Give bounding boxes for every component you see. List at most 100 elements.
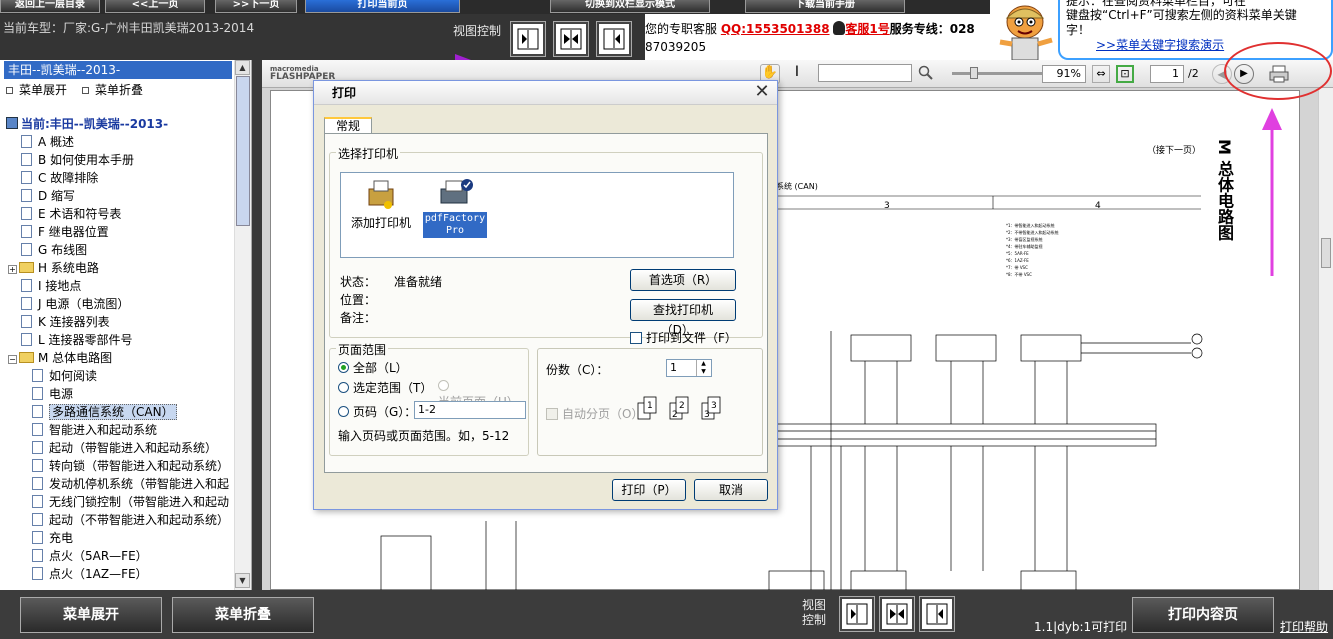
bottom-view-left-button[interactable] xyxy=(839,596,875,632)
document-icon xyxy=(32,549,43,562)
text-select-icon[interactable]: I xyxy=(790,64,804,84)
tree-item[interactable]: − M 总体电路图 xyxy=(8,349,112,367)
tree-item[interactable]: 点火（5AR—FE） xyxy=(32,547,148,565)
tree-item[interactable]: 发动机停机系统（带智能进入和起 xyxy=(32,475,229,493)
fit-page-icon[interactable]: ⊡ xyxy=(1116,65,1134,83)
tree-item[interactable]: 起动（不带智能进入和起动系统） xyxy=(32,511,229,529)
bottom-view-right-icon xyxy=(926,603,948,625)
svg-text:*3：带盲区监视系统: *3：带盲区监视系统 xyxy=(1006,236,1043,242)
scroll-down-icon[interactable]: ▼ xyxy=(235,573,250,588)
radio-all[interactable]: 全部（L） xyxy=(338,359,408,376)
tree-item[interactable]: K 连接器列表 xyxy=(8,313,110,331)
copies-spinner-icon[interactable]: ▲ ▼ xyxy=(696,360,710,376)
print-help-link[interactable]: 打印帮助 xyxy=(1280,618,1328,635)
tree-item[interactable]: L 连接器零部件号 xyxy=(8,331,133,349)
radio-pages[interactable]: 页码（G）： xyxy=(338,403,416,420)
search-icon[interactable] xyxy=(918,65,934,81)
print-to-file-box[interactable] xyxy=(630,332,642,344)
bottom-collapse-button[interactable]: 菜单折叠 xyxy=(172,597,314,633)
tree-item[interactable]: G 布线图 xyxy=(8,241,87,259)
tree-item[interactable]: 起动（带智能进入和起动系统） xyxy=(32,439,217,457)
radio-all-dot[interactable] xyxy=(338,362,349,373)
tree-item[interactable]: B 如何使用本手册 xyxy=(8,151,134,169)
tree-item[interactable]: J 电源（电流图） xyxy=(8,295,129,313)
download-button[interactable]: 下载当前手册 xyxy=(745,0,905,13)
close-icon[interactable]: ✕ xyxy=(752,83,772,103)
tree-item[interactable]: 充电 xyxy=(32,529,73,547)
svg-text:*2：不带智能进入和起动系统: *2：不带智能进入和起动系统 xyxy=(1006,229,1059,235)
red-highlight-circle xyxy=(1224,42,1332,100)
radio-selection-dot[interactable] xyxy=(338,382,349,393)
view-center-icon xyxy=(560,28,582,50)
tree-item[interactable]: 智能进入和起动系统 xyxy=(32,421,157,439)
bottom-view-right-button[interactable] xyxy=(919,596,955,632)
collapse-node-icon[interactable]: − xyxy=(8,355,17,364)
tree-item[interactable]: + H 系统电路 xyxy=(8,259,99,277)
prev-page-button[interactable]: <<上一页 xyxy=(105,0,205,13)
tree-item[interactable]: 如何阅读 xyxy=(32,367,97,385)
radio-pages-dot[interactable] xyxy=(338,406,349,417)
zoom-slider-thumb[interactable] xyxy=(970,67,978,79)
back-button[interactable]: 返回上一层目录 xyxy=(0,0,100,13)
printer-list[interactable]: 添加打印机 pdfFactory Pro xyxy=(340,172,734,258)
view-right-button[interactable] xyxy=(596,21,632,57)
preferences-button[interactable]: 首选项（R） xyxy=(630,269,736,291)
radio-all-label: 全部（L） xyxy=(353,361,408,375)
tree-item[interactable]: C 故障排除 xyxy=(8,169,98,187)
zoom-value[interactable]: 91% xyxy=(1042,65,1086,83)
tree-item[interactable]: 点火（1AZ—FE） xyxy=(32,565,148,583)
page-number-input[interactable]: 1 xyxy=(1150,65,1184,83)
expand-node-icon[interactable]: + xyxy=(8,265,17,274)
zoom-slider[interactable] xyxy=(952,67,1042,79)
bottom-view-center-button[interactable] xyxy=(879,596,915,632)
tree-expand-control[interactable]: 菜单展开 xyxy=(6,81,67,99)
collate-box xyxy=(546,408,558,420)
tree-item[interactable]: A 概述 xyxy=(8,133,74,151)
tree-item[interactable]: F 继电器位置 xyxy=(8,223,109,241)
document-icon xyxy=(32,495,43,508)
fit-width-icon[interactable]: ⇔ xyxy=(1092,65,1110,83)
kefu-link[interactable]: 客服1号 xyxy=(845,22,889,36)
next-page-button[interactable]: >>下一页 xyxy=(215,0,297,13)
tree-item[interactable]: E 术语和符号表 xyxy=(8,205,121,223)
pdffactory-printer-icon xyxy=(440,179,473,204)
print-current-button[interactable]: 打印当前页 xyxy=(305,0,460,13)
tree-item-label: F 继电器位置 xyxy=(38,225,109,239)
dual-mode-button[interactable]: 切换到双栏显示模式 xyxy=(550,0,710,13)
view-left-icon xyxy=(517,28,539,50)
pdffactory-printer-item[interactable]: pdfFactory Pro xyxy=(423,177,487,238)
qq-link[interactable]: QQ:1553501388 xyxy=(721,22,830,36)
find-printer-button[interactable]: 查找打印机（D）... xyxy=(630,299,736,337)
scroll-up-icon[interactable]: ▲ xyxy=(235,60,250,75)
tree-item[interactable]: 无线门锁控制（带智能进入和起动 xyxy=(32,493,229,511)
expand-icon xyxy=(6,87,13,94)
pages-input[interactable]: 1-2 xyxy=(414,401,526,419)
viewer-scrollbar[interactable] xyxy=(1318,88,1333,590)
bottom-expand-button[interactable]: 菜单展开 xyxy=(20,597,162,633)
cancel-button[interactable]: 取消 xyxy=(694,479,768,501)
tree-current-node[interactable]: 当前:丰田--凯美瑞--2013- xyxy=(6,115,168,132)
tree-item[interactable]: D 缩写 xyxy=(8,187,75,205)
print-content-button[interactable]: 打印内容页 xyxy=(1132,597,1274,633)
tree-item[interactable]: 电源 xyxy=(32,385,73,403)
scroll-thumb[interactable] xyxy=(236,76,250,226)
tab-general[interactable]: 常规 xyxy=(324,117,372,134)
radio-selection[interactable]: 选定范围（T） xyxy=(338,379,432,396)
add-printer-item[interactable]: 添加打印机 xyxy=(349,179,413,231)
tree-collapse-control[interactable]: 菜单折叠 xyxy=(82,81,143,99)
qq-icon xyxy=(833,21,846,35)
tree-header[interactable]: 丰田--凯美瑞--2013- xyxy=(4,61,232,79)
location-label: 位置： xyxy=(340,293,377,307)
viewer-scroll-thumb[interactable] xyxy=(1321,238,1331,268)
tree-item[interactable]: I 接地点 xyxy=(8,277,81,295)
pane-divider[interactable] xyxy=(252,60,262,590)
tree-item-label: I 接地点 xyxy=(38,279,82,293)
print-to-file-checkbox[interactable]: 打印到文件（F） xyxy=(630,329,737,346)
search-input[interactable] xyxy=(818,64,912,82)
view-left-button[interactable] xyxy=(510,21,546,57)
tree-item[interactable]: 多路通信系统（CAN） xyxy=(32,403,177,421)
view-center-button[interactable] xyxy=(553,21,589,57)
print-button[interactable]: 打印（P） xyxy=(612,479,686,501)
sidebar-scrollbar[interactable]: ▲ ▼ xyxy=(234,60,251,590)
tree-item[interactable]: 转向锁（带智能进入和起动系统） xyxy=(32,457,229,475)
